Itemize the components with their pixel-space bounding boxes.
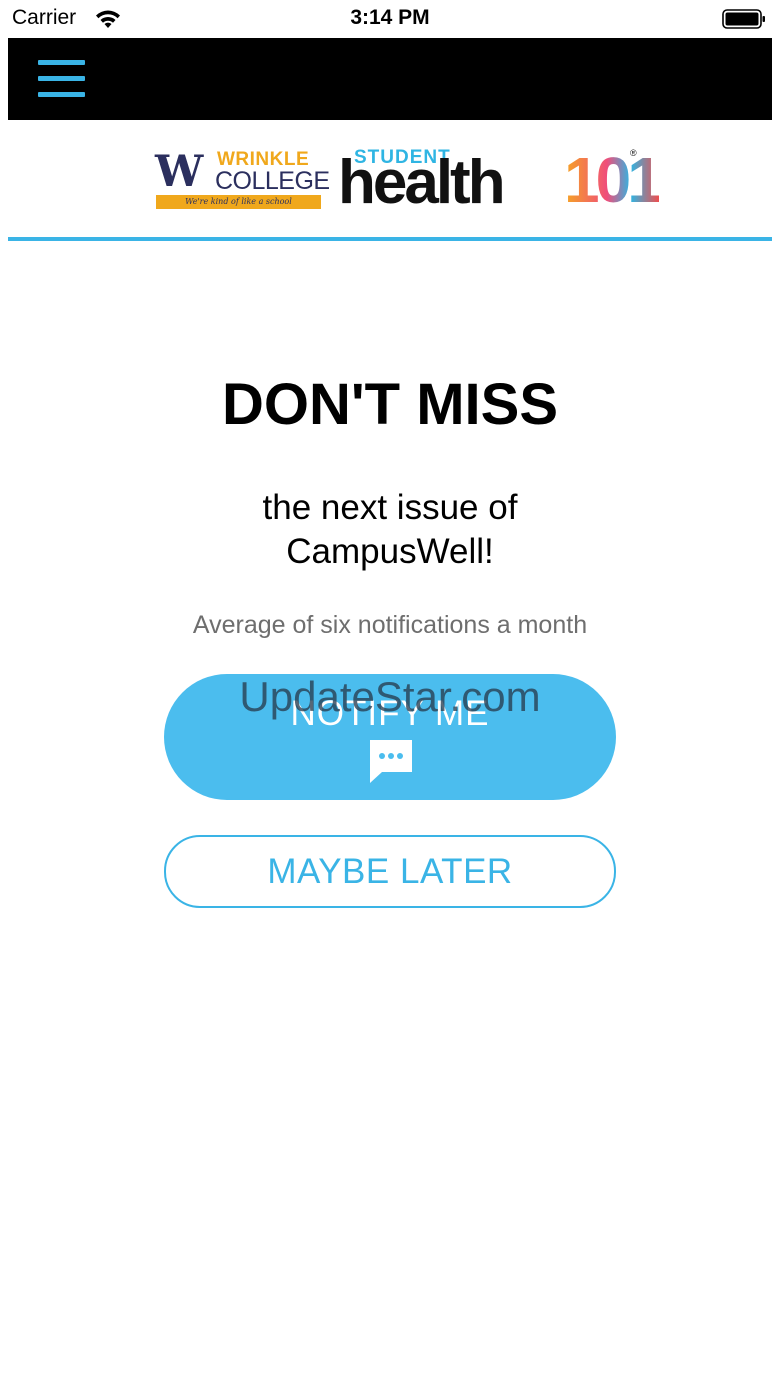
- maybe-later-label: MAYBE LATER: [267, 852, 513, 891]
- registered-mark: ®: [630, 148, 637, 158]
- maybe-later-button[interactable]: MAYBE LATER: [164, 835, 616, 908]
- logo-divider: [8, 237, 772, 241]
- student-health-logo-number: 101: [564, 144, 663, 216]
- college-logo-tagline: We're kind of like a school: [156, 195, 321, 209]
- chat-bubble-icon: [370, 740, 412, 783]
- nav-bar: [8, 38, 772, 120]
- clock: 3:14 PM: [350, 6, 430, 29]
- status-bar: Carrier 3:14 PM: [0, 0, 780, 38]
- college-logo-name-line2: COLLEGE: [215, 167, 330, 195]
- college-logo: W WRINKLE COLLEGE We're kind of like a s…: [155, 147, 330, 210]
- notification-frequency-note: Average of six notifications a month: [192, 611, 588, 639]
- college-logo-mark: W: [155, 147, 203, 197]
- student-health-logo-name: health: [338, 148, 506, 217]
- hamburger-menu-icon[interactable]: [38, 60, 86, 100]
- notify-me-button[interactable]: NOTIFY ME: [164, 674, 616, 800]
- page-title: DON'T MISS: [221, 372, 559, 437]
- subheading: the next issue of CampusWell!: [262, 488, 518, 571]
- battery-icon: [722, 9, 765, 29]
- notify-me-label: NOTIFY ME: [290, 694, 490, 733]
- logo-bar: W WRINKLE COLLEGE We're kind of like a s…: [8, 120, 772, 238]
- student-health-logo: STUDENT health 101 ®: [338, 148, 663, 217]
